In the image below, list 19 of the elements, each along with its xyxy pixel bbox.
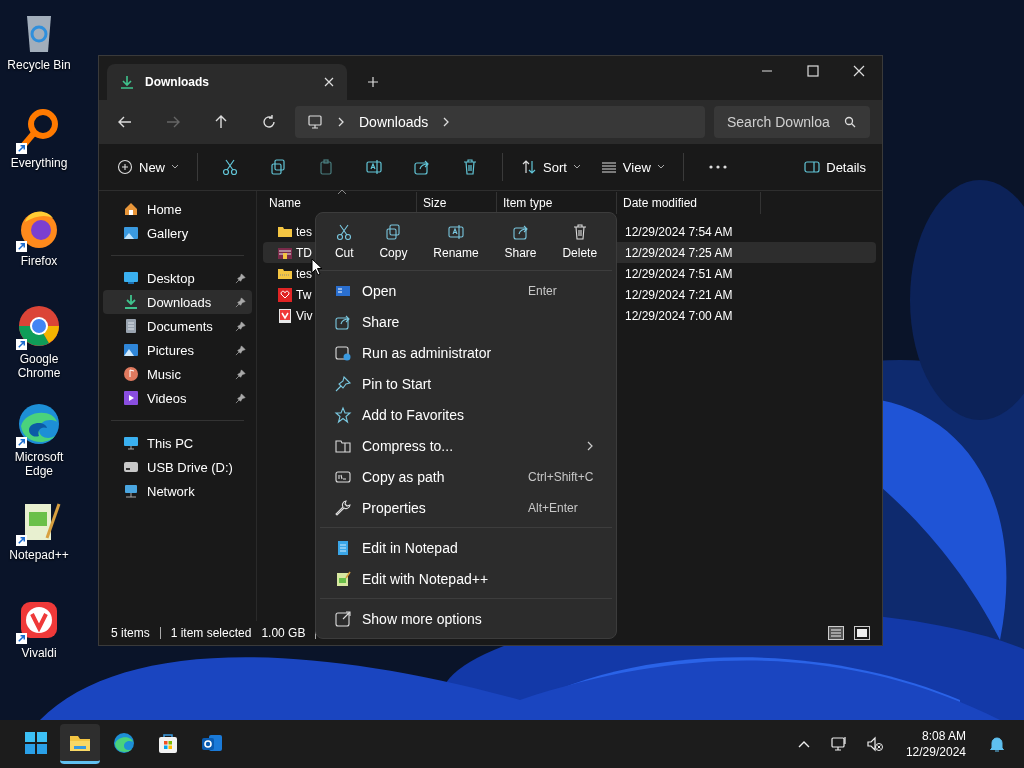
shortcut-hint: Alt+Enter	[528, 500, 579, 515]
clock-time: 8:08 AM	[921, 728, 966, 744]
selection-size: 1.00 GB	[261, 626, 306, 640]
file-name: tes	[296, 224, 312, 239]
selection-info: 1 item selected	[170, 626, 252, 640]
shortcut-hint: Ctrl+Shift+C	[528, 469, 595, 484]
date-cell-text: 12/29/2024 7:25 AM	[625, 245, 734, 260]
clock-date: 12/29/2024	[905, 744, 966, 760]
date-cell-text: 12/29/2024 7:21 AM	[625, 287, 734, 302]
date-cell-text: 12/29/2024 7:00 AM	[625, 308, 734, 323]
tab-title: Downloads	[145, 75, 210, 89]
date-cell-text: 12/29/2024 7:51 AM	[625, 266, 734, 281]
file-name: Tw	[296, 287, 312, 302]
file-name: Viv	[296, 308, 313, 323]
file-name: tes	[296, 266, 312, 281]
file-name: TD	[296, 245, 312, 260]
date-cell-text: 12/29/2024 7:54 AM	[625, 224, 734, 239]
item-count: 5 items	[111, 626, 150, 640]
shortcut-hint: Enter	[528, 283, 558, 298]
